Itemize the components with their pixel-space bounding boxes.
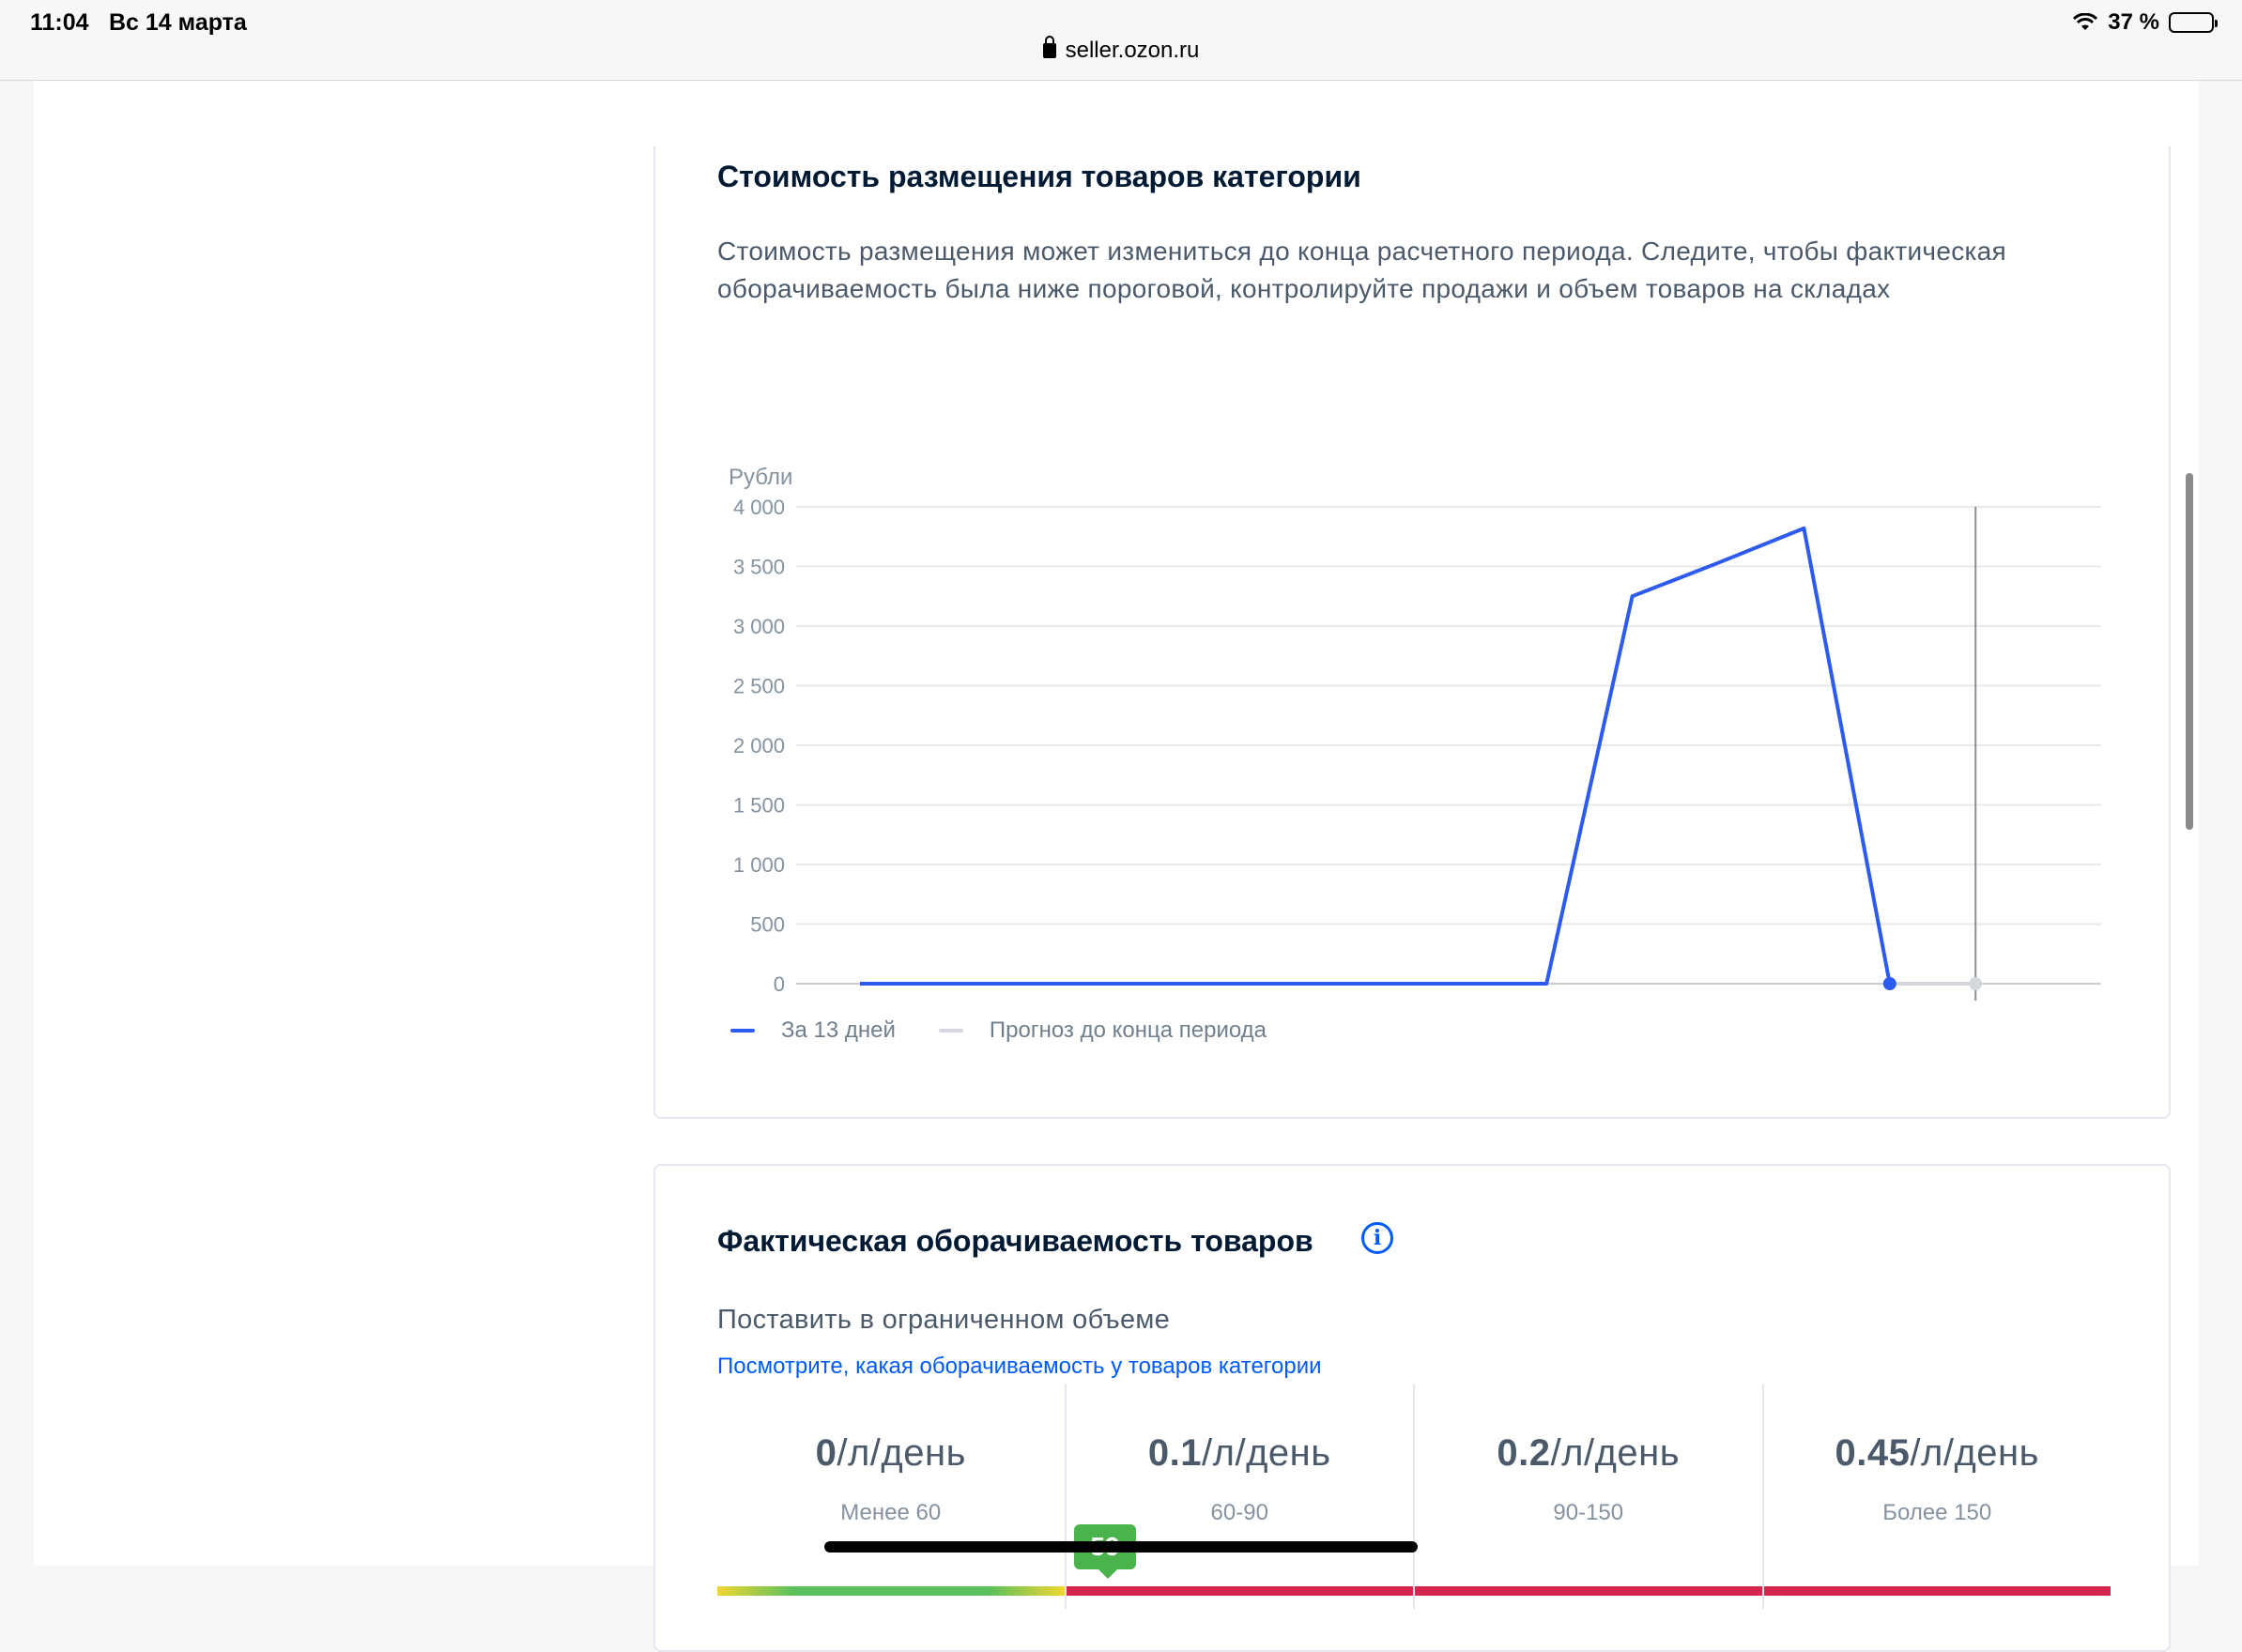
- tier-price: 0.45/л/день: [1835, 1432, 2039, 1474]
- series-line-actual: [860, 526, 1892, 986]
- info-icon[interactable]: i: [1361, 1222, 1393, 1254]
- y-tick-label: 1 500: [733, 794, 785, 818]
- tier-3: 0.2/л/день 90-150: [1413, 1384, 1762, 1609]
- turnover-card: Фактическая оборачиваемость товаров i По…: [653, 1164, 2171, 1652]
- status-right: 37 %: [2072, 9, 2218, 36]
- tier-price: 0.1/л/день: [1147, 1432, 1331, 1474]
- category-turnover-link[interactable]: Посмотрите, какая оборачиваемость у това…: [717, 1354, 1322, 1380]
- y-tick-label: 500: [750, 913, 785, 937]
- y-tick-label: 2 000: [733, 734, 785, 757]
- status-bar: 11:04 Вс 14 марта seller.ozon.ru 37 %: [0, 0, 2242, 81]
- legend-label-forecast: Прогноз до конца периода: [989, 1017, 1267, 1043]
- battery-percent: 37 %: [2108, 9, 2159, 35]
- tier-bar: [1066, 1586, 1413, 1596]
- tier-price: 0.2/л/день: [1497, 1432, 1681, 1474]
- placement-cost-title: Стоимость размещения товаров категории: [717, 160, 1361, 193]
- y-tick-label: 4 000: [733, 496, 785, 519]
- lock-icon: [1042, 36, 1056, 58]
- placement-cost-description: Стоимость размещения может измениться до…: [717, 237, 2006, 303]
- tier-price: 0/л/день: [815, 1432, 966, 1474]
- legend-item-actual[interactable]: За 13 дней: [730, 1017, 896, 1044]
- legend-label-actual: За 13 дней: [781, 1017, 896, 1043]
- status-time: 11:04: [30, 9, 89, 36]
- forecast-end-point: [1969, 977, 1983, 990]
- chart-legend: За 13 дней Прогноз до конца периода: [730, 1017, 1267, 1044]
- tier-bar: [717, 1586, 1065, 1596]
- url-text: seller.ozon.ru: [1065, 38, 1200, 63]
- tier-range: 90-150: [1553, 1500, 1624, 1525]
- placement-cost-card: Стоимость размещения товаров категории С…: [653, 146, 2171, 1119]
- tier-range: Более 150: [1882, 1500, 1992, 1525]
- status-date: Вс 14 марта: [109, 9, 247, 36]
- legend-item-forecast[interactable]: Прогноз до конца периода: [938, 1017, 1267, 1044]
- tier-4: 0.45/л/день Более 150: [1761, 1384, 2111, 1609]
- y-tick-label: 0: [774, 972, 785, 996]
- tier-range: 60-90: [1210, 1500, 1268, 1525]
- turnover-subhead: Поставить в ограниченном объеме: [717, 1305, 1171, 1335]
- chart-series: [860, 526, 1983, 990]
- battery-icon: [2169, 12, 2218, 33]
- address-bar[interactable]: seller.ozon.ru: [0, 36, 2242, 64]
- tier-bar: [1763, 1586, 2111, 1596]
- y-tick-label: 1 000: [733, 853, 785, 877]
- wifi-icon: [2072, 13, 2098, 32]
- legend-swatch-forecast: [938, 1029, 963, 1032]
- tier-bar: [1415, 1586, 1762, 1596]
- scrollbar[interactable]: [2186, 473, 2193, 830]
- y-axis-label: Рубли: [729, 465, 792, 490]
- chart-grid: [796, 506, 2101, 1001]
- home-indicator[interactable]: [824, 1541, 1418, 1553]
- tier-1: 0/л/день Менее 60: [717, 1384, 1065, 1609]
- y-tick-label: 2 500: [733, 675, 785, 698]
- placement-cost-chart: Рубли 0 500 1 000 1 500 2 000 2 500 3 000 3 500…: [729, 465, 2101, 1001]
- turnover-title: Фактическая оборачиваемость товаров: [717, 1224, 1313, 1258]
- y-tick-label: 3 500: [733, 556, 785, 579]
- y-tick-labels: 0 500 1 000 1 500 2 000 2 500 3 000 3 500 4 000: [733, 496, 785, 996]
- tier-range: Менее 60: [840, 1500, 942, 1525]
- turnover-tiers: 0/л/день Менее 60 0.1/л/день 60-90 0.2/л…: [717, 1384, 2111, 1609]
- page: Стоимость размещения товаров категории С…: [34, 81, 2199, 1652]
- actual-end-point: [1882, 977, 1896, 990]
- legend-swatch-actual: [730, 1029, 755, 1032]
- y-tick-label: 3 000: [733, 615, 785, 638]
